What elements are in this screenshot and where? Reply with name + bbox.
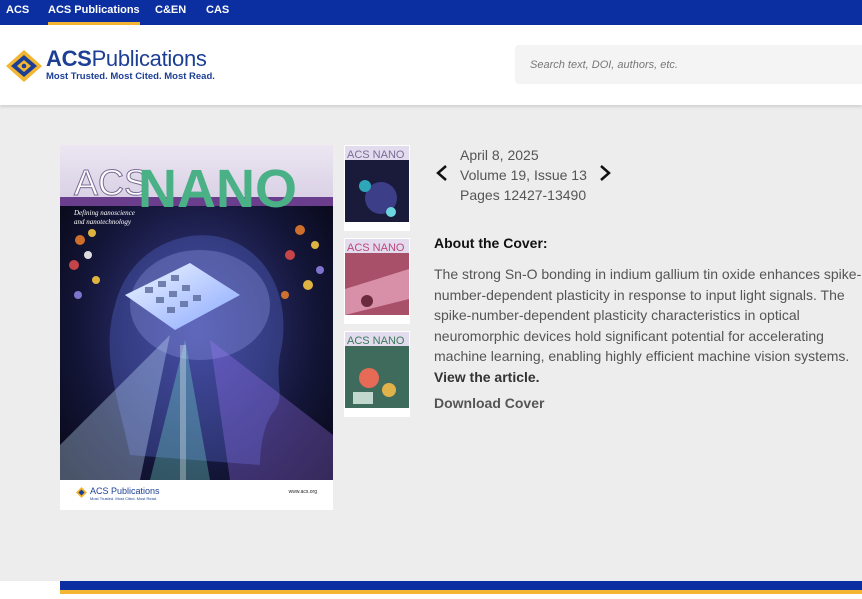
- svg-text:NANO: NANO: [138, 159, 297, 219]
- svg-text:and nanotechnology: and nanotechnology: [74, 218, 132, 226]
- svg-text:ACS NANO: ACS NANO: [347, 149, 405, 161]
- svg-text:Defining nanoscience: Defining nanoscience: [73, 209, 135, 217]
- thumbnail-artwork: ACS NANO: [345, 146, 409, 230]
- footer-stripe: [0, 581, 862, 599]
- issue-details: April 8, 2025 Volume 19, Issue 13 Pages …: [460, 145, 587, 205]
- about-cover-heading: About the Cover:: [434, 235, 548, 251]
- thumbnail-artwork: ACS NANO: [345, 332, 409, 416]
- cover-thumbnail-2[interactable]: ACS NANO: [344, 238, 410, 324]
- logo-tagline: Most Trusted. Most Cited. Most Read.: [46, 71, 215, 82]
- acs-diamond-small-icon: [76, 487, 87, 498]
- download-cover-link[interactable]: Download Cover: [434, 395, 544, 411]
- cover-thumbnail-3[interactable]: ACS NANO: [344, 331, 410, 417]
- issue-cover-section: ACS NANO Defining nanoscience and nanote…: [0, 105, 862, 581]
- site-header: ACSPublications Most Trusted. Most Cited…: [0, 25, 862, 105]
- acs-publications-logo[interactable]: ACSPublications Most Trusted. Most Cited…: [5, 46, 215, 87]
- top-navigation-bar: ACS ACS Publications C&EN CAS: [0, 0, 862, 25]
- nav-link-cas[interactable]: CAS: [206, 0, 229, 25]
- issue-volume: Volume 19, Issue 13: [460, 167, 587, 183]
- nav-link-acs-publications[interactable]: ACS Publications: [48, 0, 140, 25]
- chevron-left-icon[interactable]: [435, 164, 449, 182]
- footer-gold-bar: [60, 590, 862, 594]
- cover-thumbnail-1[interactable]: ACS NANO: [344, 145, 410, 231]
- view-article-link[interactable]: View the article.: [434, 367, 862, 388]
- about-cover-description: The strong Sn-O bonding in indium galliu…: [434, 264, 862, 387]
- logo-wordmark: ACSPublications: [46, 46, 207, 71]
- svg-text:ACS NANO: ACS NANO: [347, 335, 405, 347]
- acs-diamond-icon: [6, 50, 42, 82]
- cover-artwork: ACS NANO Defining nanoscience and nanote…: [60, 145, 333, 480]
- svg-text:ACS NANO: ACS NANO: [347, 242, 405, 254]
- svg-text:ACS: ACS: [74, 162, 148, 203]
- issue-date: April 8, 2025: [460, 147, 539, 163]
- nav-link-acs[interactable]: ACS: [6, 0, 29, 25]
- footer-blue-bar: [60, 581, 862, 590]
- search-input[interactable]: [515, 45, 862, 84]
- issue-pages: Pages 12427-13490: [460, 187, 587, 203]
- journal-cover-image[interactable]: ACS NANO Defining nanoscience and nanote…: [60, 145, 333, 510]
- chevron-right-icon[interactable]: [598, 164, 612, 182]
- thumbnail-artwork: ACS NANO: [345, 239, 409, 323]
- nav-link-cen[interactable]: C&EN: [155, 0, 186, 25]
- cover-footer-url: www.acs.org: [288, 489, 317, 495]
